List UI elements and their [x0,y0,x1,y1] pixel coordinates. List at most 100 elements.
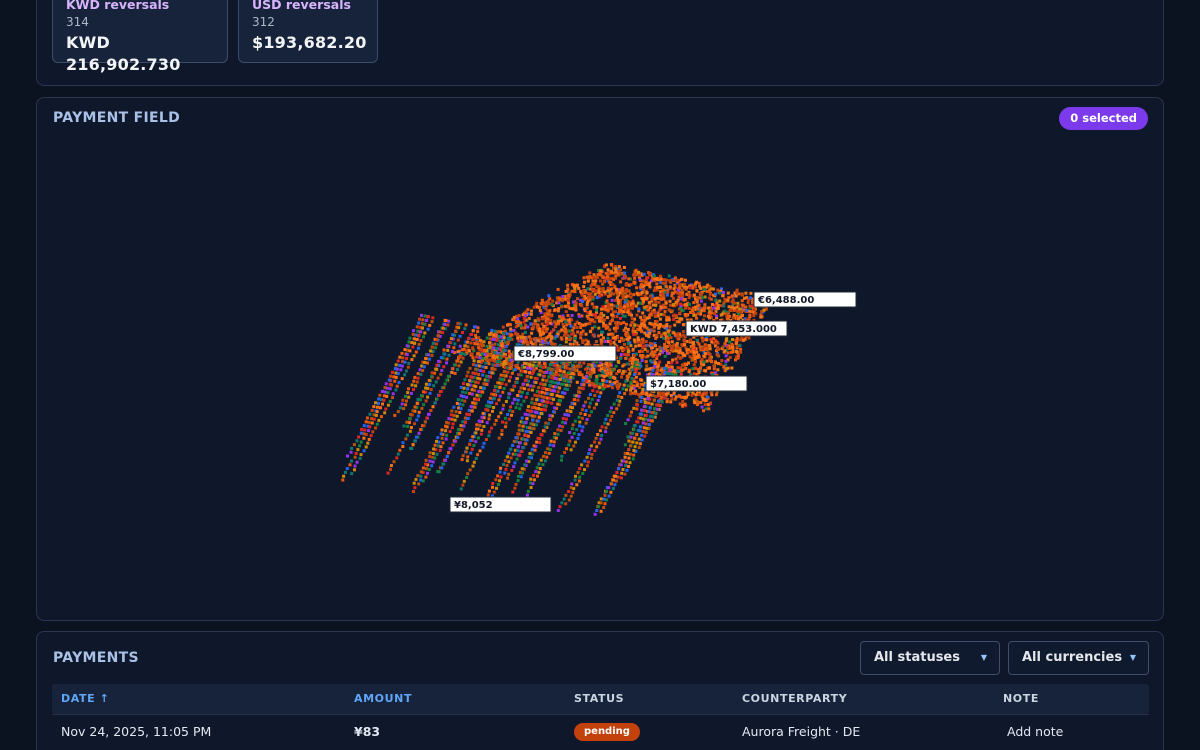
payment-point[interactable] [688,355,692,359]
payment-point[interactable] [624,298,628,302]
payment-point[interactable] [589,329,593,333]
payment-point[interactable] [618,303,622,307]
payment-point[interactable] [575,380,579,384]
payment-point[interactable] [529,312,533,316]
payment-point[interactable] [680,277,683,281]
payment-point[interactable] [691,342,695,345]
payment-point[interactable] [654,344,657,348]
payment-point[interactable] [736,354,740,358]
payment-point[interactable] [637,270,640,274]
payment-point[interactable] [545,336,549,340]
payment-point[interactable] [650,346,653,350]
payment-point[interactable] [637,307,641,311]
payment-point[interactable] [703,314,706,318]
payment-point[interactable] [679,302,683,306]
payment-point[interactable] [599,269,603,273]
payment-point[interactable] [640,359,644,362]
payment-point[interactable] [702,287,706,291]
payment-point[interactable] [629,295,633,299]
payment-point[interactable] [670,361,674,365]
payment-point[interactable] [591,333,595,337]
payment-point[interactable] [561,316,565,320]
payment-point[interactable] [721,294,725,298]
payment-point[interactable] [666,352,669,355]
payment-point[interactable] [703,403,707,407]
add-note-button[interactable]: Add note [1007,715,1063,749]
payment-point[interactable] [681,323,685,327]
payment-point[interactable] [618,316,622,320]
payment-point[interactable] [662,297,666,301]
payment-point[interactable] [635,384,639,388]
payment-point[interactable] [727,314,730,318]
payment-point[interactable] [599,367,603,371]
payment-point[interactable] [521,326,525,330]
payment-point[interactable] [678,286,682,290]
payment-point[interactable] [694,360,697,364]
payment-point[interactable] [685,395,689,399]
payment-point[interactable] [607,332,611,336]
payment-point[interactable] [538,309,542,312]
payment-point[interactable] [684,303,687,307]
payment-point[interactable] [717,362,720,365]
payment-point[interactable] [658,345,662,349]
payment-point[interactable] [566,333,570,337]
payment-point[interactable] [663,331,667,335]
payment-point[interactable] [699,299,703,303]
payment-point[interactable] [716,348,720,351]
payment-point[interactable] [746,301,750,304]
payment-point[interactable] [695,289,699,293]
payment-point[interactable] [588,383,591,387]
payment-point[interactable] [554,334,558,338]
payment-point[interactable] [721,345,725,349]
payment-point[interactable] [615,380,619,384]
amount-callout[interactable]: €6,488.00 [753,291,857,308]
payment-point[interactable] [470,352,474,356]
payment-point[interactable] [683,343,687,347]
payment-point[interactable] [683,339,686,343]
payment-point[interactable] [661,292,665,296]
payment-point[interactable] [659,274,662,278]
payment-point[interactable] [574,301,578,305]
payment-point[interactable] [625,289,629,293]
payment-point[interactable] [636,327,640,331]
payment-point[interactable] [635,286,639,290]
payment-point[interactable] [681,330,685,334]
payment-point[interactable] [724,354,728,358]
payment-point[interactable] [568,342,572,346]
payment-point[interactable] [642,272,646,276]
payment-point[interactable] [614,329,618,333]
payment-point[interactable] [571,300,575,304]
payment-point[interactable] [669,400,673,404]
payment-point[interactable] [692,363,696,367]
payment-point[interactable] [475,340,479,344]
payment-point[interactable] [731,346,735,349]
payment-point[interactable] [730,350,733,354]
payment-point[interactable] [546,317,550,321]
payment-point[interactable] [639,354,642,357]
payment-point[interactable] [653,350,657,354]
payment-point[interactable] [674,300,678,304]
payment-point[interactable] [618,339,622,343]
payment-point[interactable] [702,354,706,358]
payment-point[interactable] [610,318,614,322]
payment-point[interactable] [586,340,590,344]
payment-point[interactable] [697,393,701,396]
payment-point[interactable] [531,325,535,329]
payment-point[interactable] [655,282,659,286]
payment-point[interactable] [708,344,712,347]
payment-point[interactable] [609,291,613,295]
payment-point[interactable] [702,309,706,313]
payment-point[interactable] [609,342,613,346]
payment-point[interactable] [623,271,627,275]
payment-point[interactable] [692,346,696,350]
payment-point[interactable] [745,308,749,312]
payment-point[interactable] [582,276,586,280]
payment-point[interactable] [653,277,657,280]
payment-point[interactable] [547,294,551,298]
payment-point[interactable] [708,353,712,357]
payment-point[interactable] [735,345,739,349]
payment-point[interactable] [614,267,618,271]
payment-point[interactable] [498,363,502,367]
payment-point[interactable] [726,291,730,295]
currency-filter-select[interactable]: All currencies ▼ [1008,641,1149,675]
